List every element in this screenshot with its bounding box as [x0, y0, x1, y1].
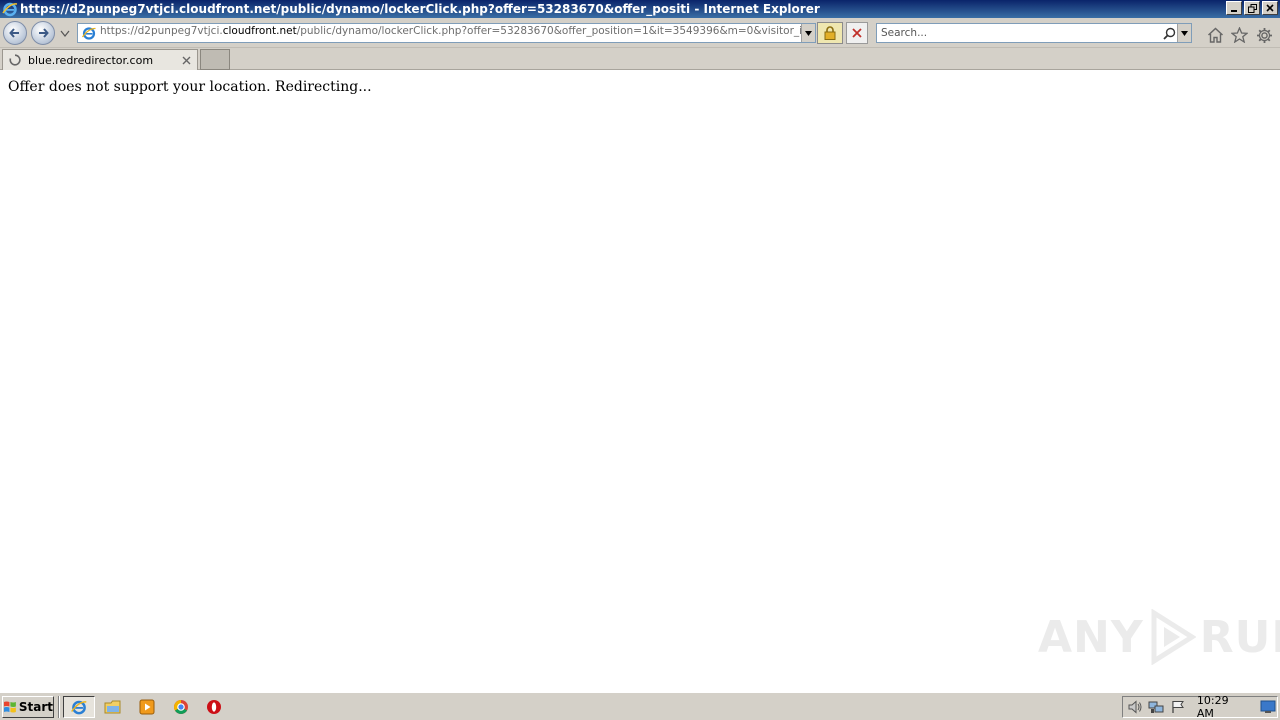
windows-logo-icon: [3, 701, 16, 713]
url-domain: cloudfront.net: [222, 25, 297, 37]
start-label: Start: [18, 700, 53, 714]
watermark-left-text: ANY: [1038, 611, 1144, 663]
navigation-bar: https://d2punpeg7vtjci.cloudfront.net/pu…: [0, 18, 1280, 48]
loading-spinner-icon: [9, 54, 21, 66]
minimize-icon: [1231, 10, 1237, 12]
action-center-button[interactable]: [1169, 698, 1187, 716]
home-button[interactable]: [1206, 26, 1224, 44]
close-icon: [1266, 4, 1274, 12]
restore-button[interactable]: [1244, 1, 1260, 15]
tab-title: blue.redredirector.com: [28, 53, 154, 67]
window-controls: [1226, 1, 1278, 15]
home-icon: [1207, 27, 1223, 43]
chevron-down-icon: [1181, 30, 1188, 36]
anyrun-watermark: ANY RUN: [1038, 609, 1280, 665]
taskbar-file-explorer[interactable]: [97, 696, 129, 718]
search-box[interactable]: [876, 23, 1192, 43]
close-icon: [182, 56, 190, 64]
url-prefix: https://d2punpeg7vtjci.: [100, 25, 223, 37]
gear-icon: [1256, 27, 1272, 43]
new-tab-button[interactable]: [200, 49, 230, 70]
play-icon: [1151, 609, 1196, 665]
network-icon: [1148, 701, 1164, 713]
address-bar[interactable]: https://d2punpeg7vtjci.cloudfront.net/pu…: [77, 23, 816, 43]
volume-button[interactable]: [1126, 698, 1144, 716]
folder-icon: [104, 700, 121, 714]
tab-active[interactable]: blue.redredirector.com: [2, 49, 198, 70]
lock-icon: [824, 26, 836, 40]
desktop-icon: [1260, 700, 1276, 713]
stop-x-icon: [852, 28, 862, 38]
back-button[interactable]: [3, 21, 27, 45]
address-input[interactable]: https://d2punpeg7vtjci.cloudfront.net/pu…: [100, 25, 801, 41]
search-button[interactable]: [1161, 25, 1177, 41]
opera-icon: [207, 700, 221, 714]
tab-bar: blue.redredirector.com: [0, 48, 1280, 70]
forward-arrow-icon: [39, 28, 49, 38]
chrome-icon: [174, 700, 188, 714]
security-lock-button[interactable]: [817, 22, 843, 44]
search-input[interactable]: [877, 27, 1161, 39]
page-content: Offer does not support your location. Re…: [0, 71, 1280, 691]
taskbar-opera[interactable]: [198, 696, 230, 718]
tools-button[interactable]: [1255, 26, 1273, 44]
back-arrow-icon: [9, 28, 19, 38]
close-button[interactable]: [1262, 1, 1278, 15]
favorites-button[interactable]: [1230, 26, 1248, 44]
taskbar-chrome[interactable]: [165, 696, 197, 718]
star-icon: [1230, 27, 1248, 43]
start-button[interactable]: Start: [2, 696, 54, 718]
taskbar-separator: [58, 696, 60, 718]
show-desktop-button[interactable]: [1259, 698, 1277, 716]
window-titlebar: https://d2punpeg7vtjci.cloudfront.net/pu…: [0, 0, 1280, 18]
forward-button[interactable]: [31, 21, 55, 45]
internet-explorer-icon: [71, 700, 87, 715]
media-player-icon: [139, 699, 155, 715]
network-button[interactable]: [1147, 698, 1165, 716]
speaker-icon: [1128, 700, 1142, 714]
address-dropdown-button[interactable]: [801, 24, 815, 42]
redirect-message: Offer does not support your location. Re…: [8, 79, 372, 95]
stop-button[interactable]: [846, 22, 868, 44]
taskbar-internet-explorer[interactable]: [63, 696, 95, 718]
restore-icon: [1247, 3, 1257, 13]
system-tray: 10:29 AM: [1122, 694, 1278, 720]
ie-page-icon: [81, 27, 96, 40]
ie-logo-icon: [2, 2, 18, 17]
watermark-right-text: RUN: [1199, 611, 1280, 663]
search-icon: [1162, 27, 1175, 40]
taskbar: Start 10:29 AM: [0, 692, 1280, 720]
taskbar-clock[interactable]: 10:29 AM: [1197, 694, 1245, 720]
url-path: /public/dynamo/lockerClick.php?offer=532…: [296, 25, 801, 37]
flag-icon: [1172, 701, 1184, 713]
chevron-down-icon: [805, 30, 812, 36]
minimize-button[interactable]: [1226, 1, 1242, 15]
tab-close-button[interactable]: [179, 53, 193, 67]
history-dropdown-icon[interactable]: [60, 30, 70, 38]
taskbar-media-player[interactable]: [131, 696, 163, 718]
window-title: https://d2punpeg7vtjci.cloudfront.net/pu…: [20, 2, 820, 16]
search-dropdown-button[interactable]: [1177, 24, 1191, 42]
